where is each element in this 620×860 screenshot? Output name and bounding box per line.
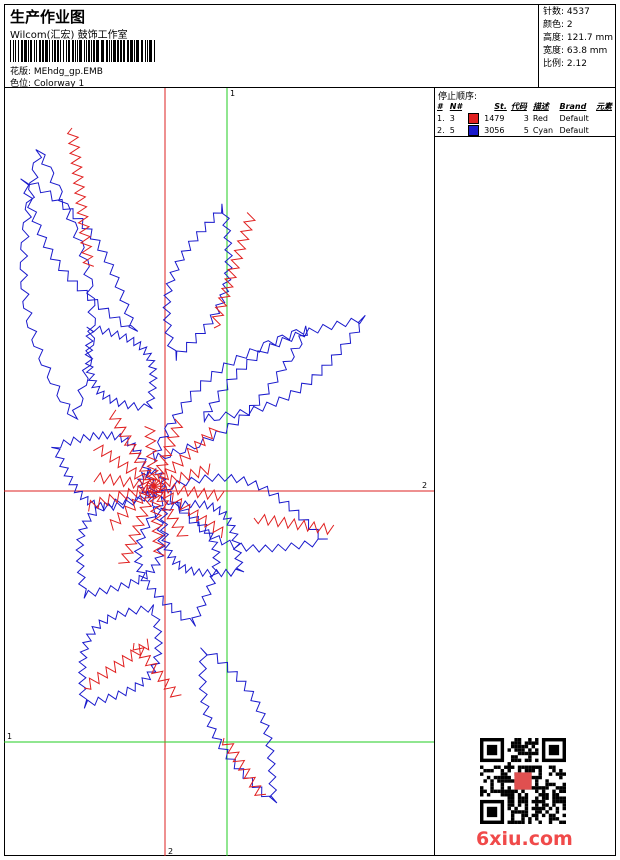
row-stitches: 1479 [484, 113, 505, 123]
red-fill-veins [66, 127, 335, 797]
color-count: 颜色: 2 [543, 20, 573, 30]
row-index: 2. [437, 125, 445, 135]
stop-sequence-table: # N# St. 代码 描述 Brand 元素 1. 3 1479 3 Red … [435, 101, 616, 136]
row-swatch [466, 124, 482, 136]
watermark-text: 6xiu.com [476, 828, 573, 850]
guide-label-v1: 1 [230, 89, 235, 98]
row-brand: Default [559, 113, 589, 123]
row-desc: Red [532, 113, 549, 123]
row-needle: 3 [449, 113, 455, 123]
col-code: 代码 [510, 102, 527, 111]
row-needle: 5 [449, 125, 455, 135]
guide-label-h2: 2 [422, 481, 427, 490]
row-desc: Cyan [532, 125, 554, 135]
col-element: 元素 [595, 102, 612, 111]
col-brand: Brand [559, 102, 587, 111]
col-index: # [437, 102, 443, 111]
stats-panel: 针数: 4537 颜色: 2 高度: 121.7 mm 宽度: 63.8 mm … [539, 4, 616, 88]
row-element [594, 112, 616, 124]
row-brand: Default [559, 125, 589, 135]
scale-ratio: 比例: 2.12 [543, 59, 587, 69]
barcode-image [10, 40, 155, 62]
col-needle: N# [449, 102, 463, 111]
design-canvas: 1 1 2 2 [4, 88, 435, 856]
row-stitches: 3056 [484, 125, 505, 135]
studio-subtitle: Wilcom(汇宏) 鼓饰工作室 [10, 30, 128, 41]
color-swatch-red [467, 112, 479, 124]
header-panel: 生产作业图 Wilcom(汇宏) 鼓饰工作室 花版: MEhdg_gp.EMB … [4, 4, 539, 89]
row-code: 5 [523, 125, 529, 135]
col-stitches: St. [494, 102, 507, 111]
page-title: 生产作业图 [10, 8, 86, 26]
stop-sequence-table-wrap: 停止顺序: # N# St. 代码 描述 Brand 元素 1. 3 1479 … [435, 88, 616, 137]
row-swatch [466, 112, 482, 124]
embroidery-artwork: 1 1 2 2 [4, 88, 434, 856]
table-header-row: # N# St. 代码 描述 Brand 元素 [435, 101, 616, 112]
stop-sequence-title: 停止顺序: [438, 92, 478, 102]
guide-label-h1: 1 [7, 732, 12, 741]
blue-satin-outlines [19, 149, 366, 804]
design-height: 高度: 121.7 mm [543, 33, 614, 43]
guide-label-v2: 2 [168, 847, 173, 856]
row-code: 3 [523, 113, 529, 123]
qr-code-image [480, 738, 566, 824]
row-index: 1. [437, 113, 445, 123]
row-element [594, 124, 616, 136]
color-swatch-blue [467, 124, 479, 136]
stitch-count: 针数: 4537 [543, 7, 590, 17]
design-width: 宽度: 63.8 mm [543, 46, 608, 56]
table-row: 2. 5 3056 5 Cyan Default [435, 124, 616, 136]
table-row: 1. 3 1479 3 Red Default [435, 112, 616, 124]
col-desc: 描述 [532, 102, 549, 111]
